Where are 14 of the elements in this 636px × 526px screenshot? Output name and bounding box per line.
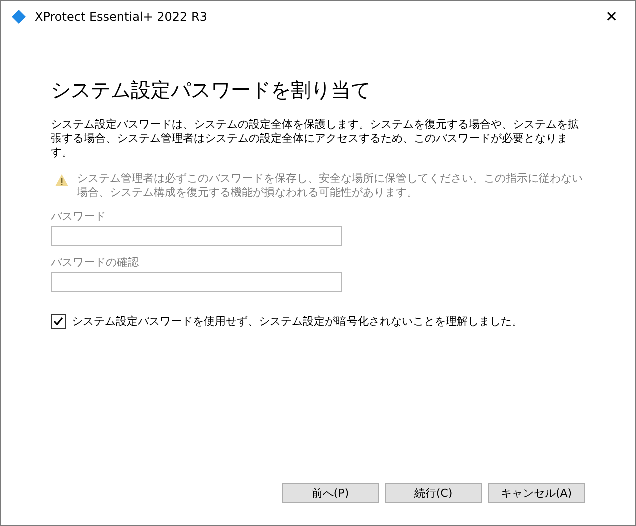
dialog-button[interactable]: キャンセル(A) bbox=[488, 483, 585, 503]
diamond-icon bbox=[12, 10, 26, 24]
field-label: パスワードの確認 bbox=[51, 255, 140, 270]
dialog-button[interactable]: 続行(C) bbox=[385, 483, 482, 503]
description-text: システム設定パスワードは、システムの設定全体を保護します。システムを復元する場合や、システムを拡張する場合、システム管理者はシステムの設定全体にアクセスするため、このパスワードが必要となります。 bbox=[51, 118, 580, 160]
warning-text: システム管理者は必ずこのパスワードを保存し、安全な場所に保管してください。この指示に従わない場合、システム構成を復元する機能が損なわれる可能性があります。 bbox=[77, 172, 584, 200]
page-heading: システム設定パスワードを割り当て bbox=[51, 77, 372, 104]
field-label: パスワード bbox=[51, 209, 107, 224]
checkbox[interactable] bbox=[51, 314, 66, 329]
warning-icon bbox=[55, 174, 69, 187]
close-button[interactable]: ✕ bbox=[589, 1, 635, 33]
window-title: XProtect Essential+ 2022 R3 bbox=[35, 10, 208, 24]
dialog-button[interactable]: 前へ(P) bbox=[282, 483, 379, 503]
checkbox-label: システム設定パスワードを使用せず、システム設定が暗号化されないことを理解しました。 bbox=[72, 314, 523, 329]
